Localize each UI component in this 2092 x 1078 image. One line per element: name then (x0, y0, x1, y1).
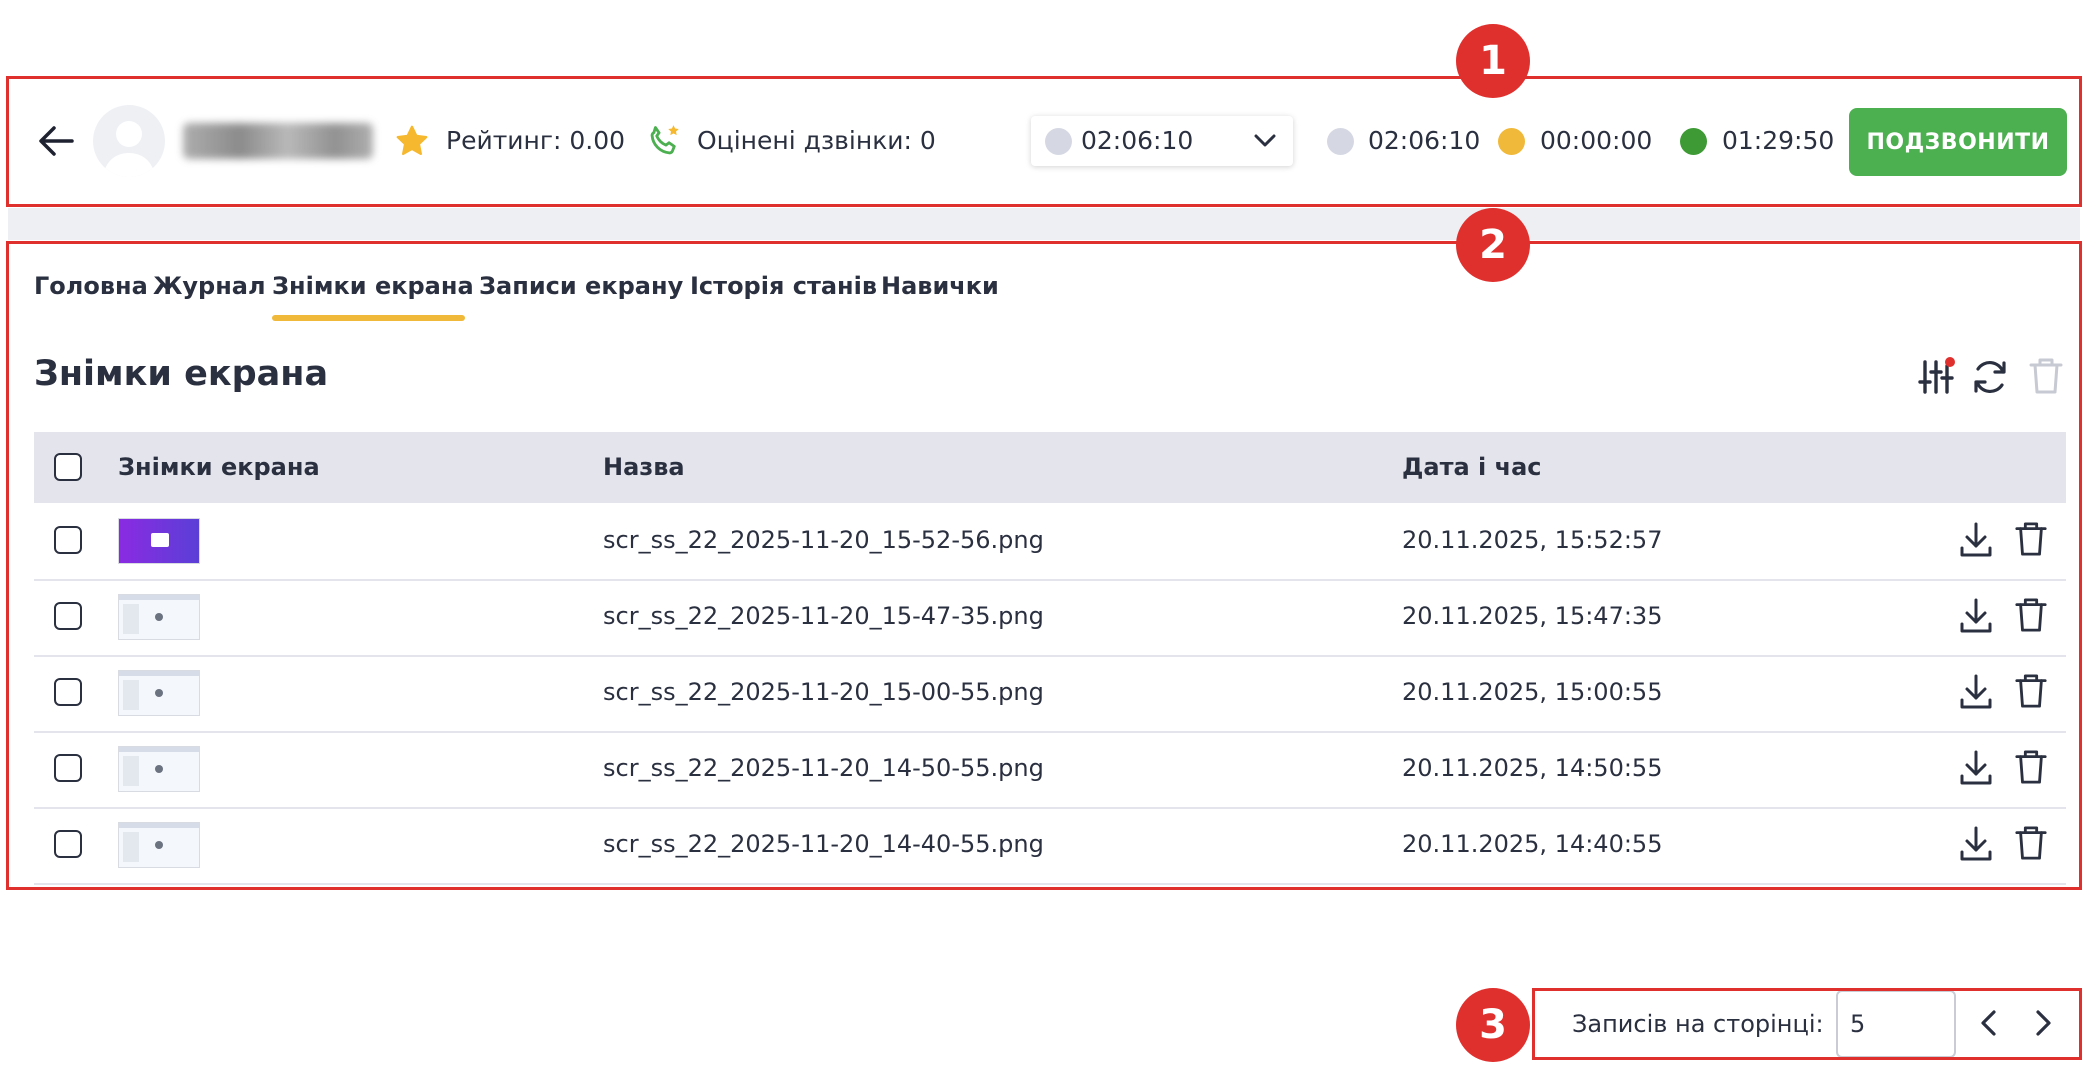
download-icon[interactable] (1959, 521, 1993, 563)
column-header-name: Назва (603, 453, 685, 481)
timer-dot-yellow (1498, 128, 1525, 155)
annotation-badge: 1 (1456, 24, 1530, 98)
tab-screenshots[interactable]: Знімки екрана (272, 272, 474, 300)
download-icon[interactable] (1959, 673, 1993, 715)
screenshot-thumbnail[interactable] (118, 518, 200, 564)
timer-value: 02:06:10 (1368, 126, 1481, 155)
timer-value: 01:29:50 (1722, 126, 1835, 155)
annotation-badge: 2 (1456, 208, 1530, 282)
screenshot-datetime: 20.11.2025, 15:52:57 (1402, 526, 1663, 554)
operator-name-blurred (183, 123, 373, 159)
screenshot-thumbnail[interactable] (118, 822, 200, 868)
star-icon (394, 123, 430, 159)
table-row: scr_ss_22_2025-11-20_15-47-35.png 20.11.… (34, 579, 2066, 657)
tab-status-history[interactable]: Історія станів (690, 272, 877, 300)
download-icon[interactable] (1959, 825, 1993, 867)
screenshot-name: scr_ss_22_2025-11-20_15-00-55.png (603, 678, 1044, 706)
per-page-input[interactable] (1836, 990, 1956, 1058)
download-icon[interactable] (1959, 597, 1993, 639)
screenshot-name: scr_ss_22_2025-11-20_14-50-55.png (603, 754, 1044, 782)
chevron-right-icon[interactable] (2030, 1008, 2056, 1042)
refresh-icon[interactable] (1970, 357, 2010, 397)
row-checkbox[interactable] (54, 602, 82, 630)
tab-screen-recordings[interactable]: Записи екрану (479, 272, 683, 300)
tab-journal[interactable]: Журнал (153, 272, 266, 300)
column-header-datetime: Дата і час (1402, 453, 1542, 481)
screenshot-name: scr_ss_22_2025-11-20_15-52-56.png (603, 526, 1044, 554)
status-select[interactable]: 02:06:10 (1031, 116, 1293, 166)
chevron-left-icon[interactable] (1976, 1008, 2002, 1042)
chevron-down-icon (1253, 131, 1277, 155)
row-checkbox[interactable] (54, 526, 82, 554)
timer-dot-green (1680, 128, 1707, 155)
active-tab-indicator (272, 315, 465, 321)
trash-icon[interactable] (2014, 748, 2048, 790)
phone-star-icon (645, 122, 683, 160)
status-dot (1045, 128, 1072, 155)
trash-icon[interactable] (2014, 596, 2048, 638)
call-button[interactable]: ПОДЗВОНИТИ (1849, 108, 2067, 176)
avatar (93, 105, 165, 177)
screenshot-thumbnail[interactable] (118, 594, 200, 640)
row-checkbox[interactable] (54, 678, 82, 706)
rated-calls-label: Оцінені дзвінки: 0 (697, 126, 936, 155)
table-row: scr_ss_22_2025-11-20_14-50-55.png 20.11.… (34, 731, 2066, 809)
table-row: scr_ss_22_2025-11-20_15-52-56.png 20.11.… (34, 503, 2066, 581)
rating-label: Рейтинг: 0.00 (446, 126, 626, 155)
column-header-thumbnail: Знімки екрана (118, 453, 320, 481)
screenshot-name: scr_ss_22_2025-11-20_15-47-35.png (603, 602, 1044, 630)
screenshot-datetime: 20.11.2025, 15:47:35 (1402, 602, 1663, 630)
screenshot-name: scr_ss_22_2025-11-20_14-40-55.png (603, 830, 1044, 858)
screenshot-datetime: 20.11.2025, 14:50:55 (1402, 754, 1663, 782)
trash-icon (2028, 356, 2064, 396)
avatar-icon (103, 121, 155, 177)
trash-icon[interactable] (2014, 824, 2048, 866)
trash-icon[interactable] (2014, 520, 2048, 562)
filter-icon[interactable] (1918, 356, 1956, 396)
trash-icon[interactable] (2014, 672, 2048, 714)
table-header: Знімки екрана Назва Дата і час (34, 432, 2066, 503)
download-icon[interactable] (1959, 749, 1993, 791)
row-checkbox[interactable] (54, 830, 82, 858)
table-row: scr_ss_22_2025-11-20_15-00-55.png 20.11.… (34, 655, 2066, 733)
row-checkbox[interactable] (54, 754, 82, 782)
screenshot-datetime: 20.11.2025, 15:00:55 (1402, 678, 1663, 706)
timer-dot-gray (1327, 128, 1354, 155)
page-title: Знімки екрана (34, 354, 329, 394)
divider-band (8, 208, 2080, 240)
tab-home[interactable]: Головна (34, 272, 148, 300)
screenshot-thumbnail[interactable] (118, 746, 200, 792)
table-row: scr_ss_22_2025-11-20_14-40-55.png 20.11.… (34, 807, 2066, 885)
select-all-checkbox[interactable] (54, 453, 82, 481)
per-page-label: Записів на сторінці: (1572, 1010, 1824, 1038)
back-arrow-icon[interactable] (38, 124, 74, 158)
annotation-badge: 3 (1456, 988, 1530, 1062)
screenshot-datetime: 20.11.2025, 14:40:55 (1402, 830, 1663, 858)
status-select-value: 02:06:10 (1081, 126, 1194, 155)
screenshot-thumbnail[interactable] (118, 670, 200, 716)
tab-skills[interactable]: Навички (881, 272, 999, 300)
timer-value: 00:00:00 (1540, 126, 1653, 155)
